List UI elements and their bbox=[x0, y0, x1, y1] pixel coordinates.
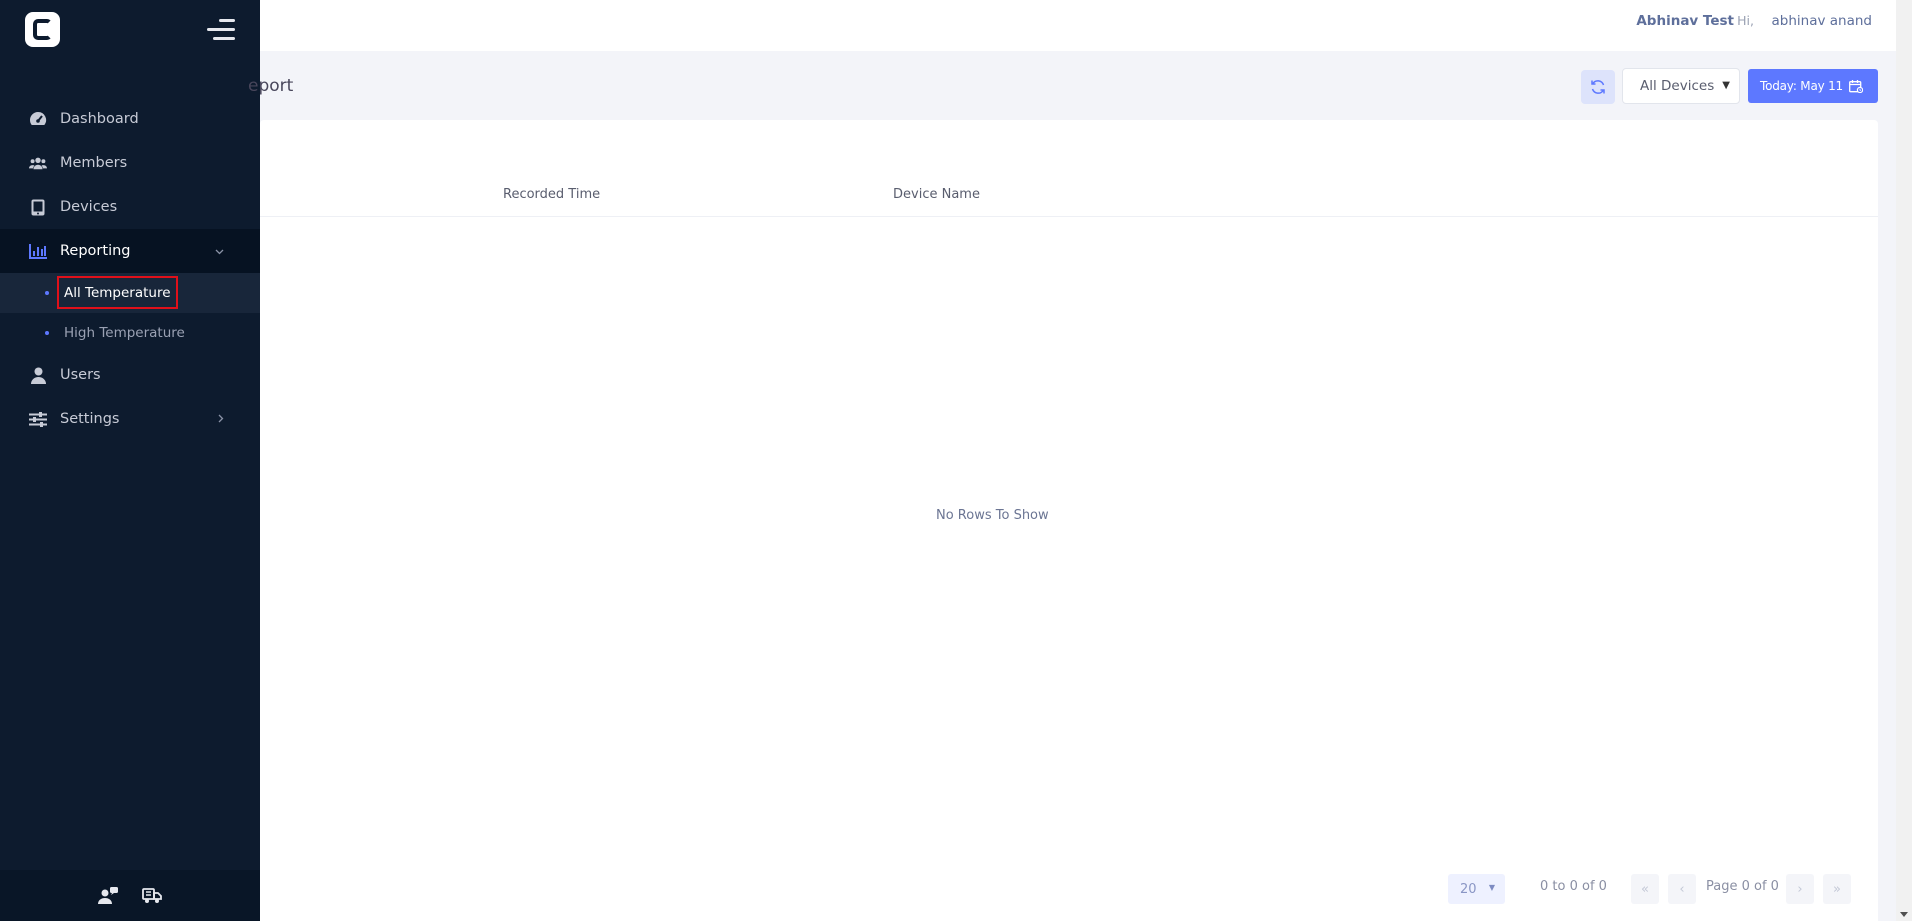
grid-header: Recorded Time Device Name bbox=[260, 183, 1878, 217]
first-page-button[interactable]: « bbox=[1631, 874, 1659, 904]
sidebar-item-members[interactable]: Members bbox=[0, 141, 260, 185]
submenu-item-all-temperature[interactable]: All Temperature bbox=[0, 273, 260, 313]
date-label: Today: May 11 bbox=[1760, 79, 1843, 93]
page-indicator: Page 0 of 0 bbox=[1706, 879, 1779, 894]
reporting-submenu: All Temperature High Temperature bbox=[0, 273, 260, 353]
sidebar-item-users[interactable]: Users bbox=[0, 353, 260, 397]
sidebar-item-label: Dashboard bbox=[60, 111, 139, 127]
scrollbar[interactable] bbox=[1896, 0, 1912, 921]
highlight-box bbox=[57, 276, 178, 309]
sidebar-item-label: Settings bbox=[60, 411, 120, 427]
caret-down-icon: ▼ bbox=[1488, 883, 1495, 892]
top-header: Abhinav Test Hi, abhinav anand bbox=[260, 0, 1912, 51]
brand-bar bbox=[0, 0, 260, 60]
greeting: Hi, bbox=[1737, 13, 1754, 28]
sidebar-item-reporting[interactable]: Reporting bbox=[0, 229, 260, 273]
sidebar-item-label: Members bbox=[60, 155, 128, 171]
shipping-truck-icon[interactable] bbox=[141, 886, 163, 906]
dashboard-gauge-icon bbox=[29, 110, 47, 128]
column-header-device-name[interactable]: Device Name bbox=[893, 187, 980, 202]
user-chat-icon[interactable] bbox=[97, 886, 119, 906]
app-logo[interactable] bbox=[25, 12, 60, 47]
user-name[interactable]: abhinav anand bbox=[1772, 13, 1873, 29]
sidebar-footer bbox=[0, 870, 260, 921]
tablet-icon bbox=[29, 198, 47, 216]
report-card: Recorded Time Device Name No Rows To Sho… bbox=[260, 120, 1878, 921]
sidebar-menu: Dashboard Members Devices Reporting All … bbox=[0, 97, 260, 441]
logo-mark bbox=[33, 19, 52, 40]
refresh-icon bbox=[1591, 80, 1605, 94]
chevron-right-icon bbox=[218, 412, 224, 426]
page-size-value: 20 bbox=[1460, 882, 1477, 897]
device-filter-value: All Devices bbox=[1640, 78, 1715, 94]
scroll-down-arrow-icon[interactable] bbox=[1900, 912, 1908, 917]
column-header-recorded-time[interactable]: Recorded Time bbox=[503, 187, 600, 202]
bar-chart-icon bbox=[29, 242, 47, 260]
sidebar-item-dashboard[interactable]: Dashboard bbox=[0, 97, 260, 141]
calendar-icon bbox=[1849, 79, 1863, 93]
caret-down-icon: ▼ bbox=[1722, 80, 1730, 91]
sidebar-item-devices[interactable]: Devices bbox=[0, 185, 260, 229]
sidebar-item-settings[interactable]: Settings bbox=[0, 397, 260, 441]
page-size-select[interactable]: 20 ▼ bbox=[1448, 874, 1505, 904]
date-picker-button[interactable]: Today: May 11 bbox=[1748, 69, 1878, 103]
device-filter-select[interactable]: All Devices ▼ bbox=[1622, 68, 1740, 104]
bullet-icon bbox=[45, 331, 49, 335]
submenu-item-high-temperature[interactable]: High Temperature bbox=[0, 313, 260, 353]
next-page-button[interactable]: › bbox=[1786, 874, 1814, 904]
sliders-icon bbox=[29, 410, 47, 428]
pager-range: 0 to 0 of 0 bbox=[1540, 879, 1607, 894]
prev-page-button[interactable]: ‹ bbox=[1668, 874, 1696, 904]
refresh-button[interactable] bbox=[1581, 70, 1615, 104]
last-page-button[interactable]: » bbox=[1823, 874, 1851, 904]
sidebar-item-label: Users bbox=[60, 367, 101, 383]
sidebar-item-label: Reporting bbox=[60, 243, 131, 259]
page-title: eport bbox=[248, 76, 294, 96]
org-name[interactable]: Abhinav Test bbox=[1636, 13, 1734, 29]
chevron-down-icon bbox=[215, 244, 224, 258]
bullet-icon bbox=[45, 291, 49, 295]
hamburger-menu-icon[interactable] bbox=[207, 19, 235, 41]
users-group-icon bbox=[29, 154, 47, 172]
empty-state-text: No Rows To Show bbox=[936, 508, 1049, 523]
sidebar: Dashboard Members Devices Reporting All … bbox=[0, 0, 260, 921]
user-icon bbox=[29, 366, 47, 384]
submenu-item-label: High Temperature bbox=[64, 325, 185, 341]
sidebar-item-label: Devices bbox=[60, 199, 118, 215]
